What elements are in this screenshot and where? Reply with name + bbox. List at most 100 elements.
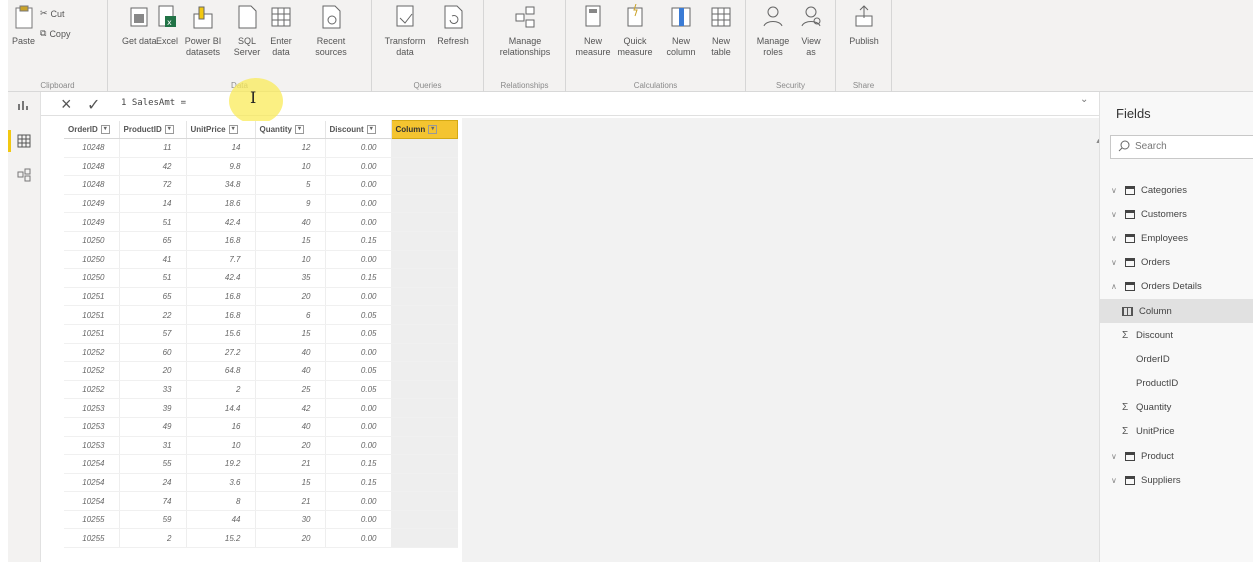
manage-relationships-button[interactable]: Manage relationships bbox=[494, 4, 556, 58]
table-row[interactable]: 10254 55 19.2 21 0.15 bbox=[64, 454, 458, 474]
table-row[interactable]: 10254 74 8 21 0.00 bbox=[64, 491, 458, 511]
filter-dropdown-icon[interactable]: ▾ bbox=[100, 124, 110, 134]
table-row[interactable]: 10249 51 42.4 40 0.00 bbox=[64, 212, 458, 232]
recent-sources-button[interactable]: Recent sources bbox=[306, 4, 356, 58]
column-header[interactable]: UnitPrice ▾ bbox=[186, 120, 256, 139]
table-row[interactable]: 10254 24 3.6 15 0.15 bbox=[64, 473, 458, 493]
cancel-formula-icon[interactable]: × bbox=[61, 94, 72, 115]
table-row[interactable]: 10251 22 16.8 6 0.05 bbox=[64, 305, 458, 325]
field-table-item[interactable]: ∨ Employees bbox=[1100, 226, 1253, 250]
chevron-down-icon[interactable]: ∨ bbox=[1111, 258, 1123, 267]
field-table-item[interactable]: ∨ Suppliers bbox=[1100, 468, 1253, 492]
quick-measure-button[interactable]: Quick measure bbox=[618, 4, 653, 58]
field-table-item[interactable]: ∨ Customers bbox=[1100, 202, 1253, 226]
filter-dropdown-icon[interactable]: ▾ bbox=[228, 124, 238, 134]
table-row[interactable]: 10248 72 34.8 5 0.00 bbox=[64, 175, 458, 195]
table-cell: 10251 bbox=[64, 324, 120, 344]
field-item[interactable]: Σ Discount bbox=[1100, 323, 1253, 347]
relationships-group: Manage relationships Relationships bbox=[484, 0, 566, 92]
copy-button[interactable]: ⧉ Copy bbox=[40, 28, 70, 39]
table-row[interactable]: 10253 49 16 40 0.00 bbox=[64, 417, 458, 437]
table-cell: 0.00 bbox=[325, 157, 392, 177]
table-row[interactable]: 10250 41 7.7 10 0.00 bbox=[64, 250, 458, 270]
report-view-icon[interactable] bbox=[17, 98, 31, 112]
field-item[interactable]: Column bbox=[1100, 298, 1253, 324]
table-cell: 0.00 bbox=[325, 343, 392, 363]
chevron-down-icon[interactable]: ∨ bbox=[1111, 452, 1123, 461]
table-row[interactable]: 10255 59 44 30 0.00 bbox=[64, 510, 458, 530]
new-column-cell bbox=[391, 510, 458, 530]
refresh-button[interactable]: Refresh bbox=[434, 4, 472, 47]
new-column-button[interactable]: New column bbox=[664, 4, 698, 58]
power-bi-datasets-button[interactable]: Power BI datasets bbox=[182, 4, 224, 58]
new-column-cell bbox=[391, 212, 458, 232]
table-row[interactable]: 10249 14 18.6 9 0.00 bbox=[64, 194, 458, 214]
transform-data-button[interactable]: Transform data bbox=[380, 4, 430, 58]
new-column-cell bbox=[391, 250, 458, 270]
enter-data-button[interactable]: Enter data bbox=[268, 4, 294, 58]
field-table-item[interactable]: ∨ Categories bbox=[1100, 178, 1253, 202]
field-item[interactable]: OrderID bbox=[1100, 347, 1253, 371]
field-item[interactable]: Σ Quantity bbox=[1100, 396, 1253, 420]
column-header[interactable]: OrderID ▾ bbox=[64, 120, 120, 139]
new-measure-button[interactable]: New measure bbox=[576, 4, 611, 58]
copy-icon: ⧉ bbox=[40, 28, 47, 38]
chevron-down-icon[interactable]: ∨ bbox=[1111, 234, 1123, 243]
chevron-up-icon[interactable]: ∧ bbox=[1111, 282, 1123, 291]
model-view-icon[interactable] bbox=[17, 168, 31, 182]
commit-formula-icon[interactable]: ✓ bbox=[87, 95, 100, 115]
column-header[interactable]: Column ▾ bbox=[390, 120, 458, 139]
filter-dropdown-icon[interactable]: ▾ bbox=[164, 124, 174, 134]
table-row[interactable]: 10250 65 16.8 15 0.15 bbox=[64, 231, 458, 251]
table-row[interactable]: 10251 65 16.8 20 0.00 bbox=[64, 287, 458, 307]
cut-button[interactable]: ✂ Cut bbox=[40, 8, 65, 19]
new-column-cell bbox=[391, 157, 458, 177]
column-header[interactable]: Quantity ▾ bbox=[255, 120, 326, 139]
table-cell: 10253 bbox=[64, 417, 120, 437]
field-table-item[interactable]: ∧ Orders Details bbox=[1100, 275, 1253, 299]
table-row[interactable]: 10252 60 27.2 40 0.00 bbox=[64, 343, 458, 363]
table-row[interactable]: 10252 20 64.8 40 0.05 bbox=[64, 361, 458, 381]
table-cell: 65 bbox=[119, 231, 187, 251]
excel-button[interactable]: x Excel bbox=[156, 4, 178, 47]
table-row[interactable]: 10248 11 14 12 0.00 bbox=[64, 138, 458, 158]
manage-roles-button[interactable]: Manage roles bbox=[754, 4, 792, 58]
column-header[interactable]: Discount ▾ bbox=[325, 120, 392, 139]
field-table-item[interactable]: ∨ Product bbox=[1100, 444, 1253, 468]
table-cell: 10254 bbox=[64, 491, 120, 511]
table-cell: 15.6 bbox=[186, 324, 256, 344]
table-row[interactable]: 10253 39 14.4 42 0.00 bbox=[64, 398, 458, 418]
chevron-down-icon[interactable]: ∨ bbox=[1111, 186, 1123, 195]
data-canvas bbox=[462, 118, 1099, 562]
chevron-down-icon[interactable]: ∨ bbox=[1111, 476, 1123, 485]
paste-button[interactable]: Paste bbox=[12, 4, 35, 47]
get-data-button[interactable]: Get data bbox=[122, 4, 157, 47]
formula-input[interactable]: 1 SalesAmt = bbox=[121, 98, 186, 108]
table-row[interactable]: 10255 2 15.2 20 0.00 bbox=[64, 528, 458, 549]
table-cell: 14 bbox=[186, 138, 256, 158]
filter-dropdown-icon[interactable]: ▾ bbox=[428, 125, 438, 135]
table-cell: 10 bbox=[255, 157, 326, 177]
table-icon bbox=[711, 7, 731, 27]
field-item[interactable]: Σ UnitPrice bbox=[1100, 420, 1253, 444]
view-as-button[interactable]: View as bbox=[796, 4, 826, 58]
data-view-icon[interactable] bbox=[17, 134, 31, 148]
table-row[interactable]: 10252 33 2 25 0.05 bbox=[64, 380, 458, 400]
filter-dropdown-icon[interactable]: ▾ bbox=[366, 124, 376, 134]
field-table-item[interactable]: ∨ Orders bbox=[1100, 251, 1253, 275]
field-label: Column bbox=[1139, 305, 1172, 317]
field-table-label: Customers bbox=[1141, 208, 1187, 220]
table-row[interactable]: 10250 51 42.4 35 0.15 bbox=[64, 268, 458, 288]
table-row[interactable]: 10251 57 15.6 15 0.05 bbox=[64, 324, 458, 344]
table-row[interactable]: 10248 42 9.8 10 0.00 bbox=[64, 157, 458, 177]
expand-formula-icon[interactable]: ⌄ bbox=[1080, 94, 1088, 105]
new-table-button[interactable]: New table bbox=[706, 4, 736, 58]
fields-search-input[interactable]: Search bbox=[1110, 135, 1253, 159]
column-header[interactable]: ProductID ▾ bbox=[119, 120, 187, 139]
table-row[interactable]: 10253 31 10 20 0.00 bbox=[64, 436, 458, 456]
field-item[interactable]: ProductID bbox=[1100, 372, 1253, 396]
publish-button[interactable]: Publish bbox=[844, 4, 884, 47]
sql-server-button[interactable]: SQL Server bbox=[232, 4, 262, 58]
filter-dropdown-icon[interactable]: ▾ bbox=[294, 124, 304, 134]
chevron-down-icon[interactable]: ∨ bbox=[1111, 210, 1123, 219]
